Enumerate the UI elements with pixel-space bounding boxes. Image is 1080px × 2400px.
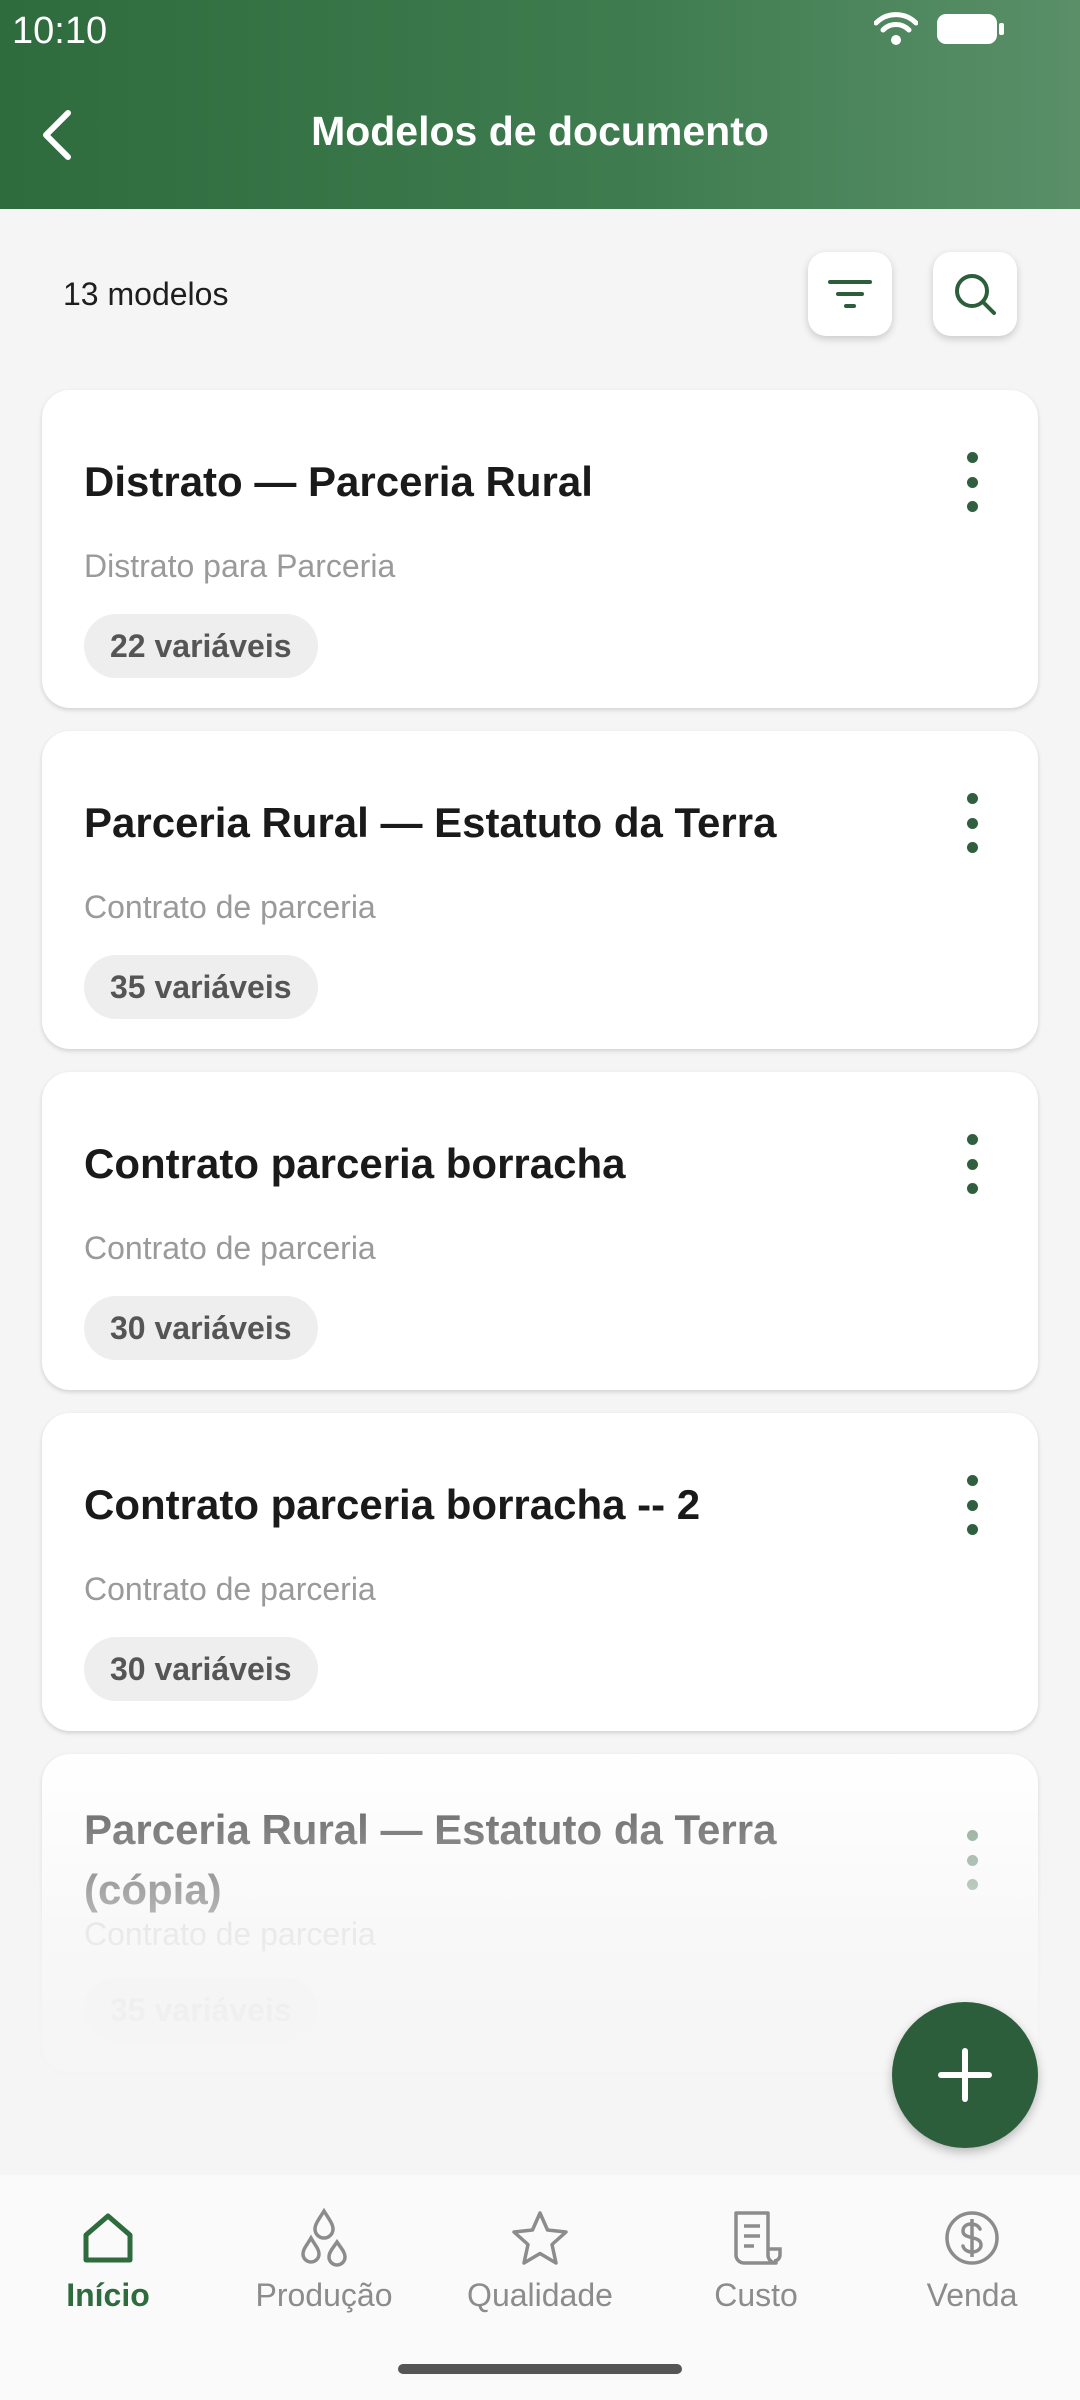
status-time: 10:10 bbox=[12, 10, 108, 52]
more-options-icon[interactable] bbox=[960, 1475, 984, 1535]
card-subtitle: Contrato de parceria bbox=[84, 1916, 376, 1952]
more-options-icon[interactable] bbox=[960, 1134, 984, 1194]
dollar-circle-icon bbox=[943, 2205, 1001, 2271]
card-title: Contrato parceria borracha -- 2 bbox=[84, 1481, 701, 1528]
variables-badge: 35 variáveis bbox=[84, 955, 318, 1019]
nav-label: Produção bbox=[255, 2277, 393, 2313]
template-card[interactable]: Distrato — Parceria Rural Distrato para … bbox=[42, 390, 1038, 708]
template-card[interactable]: Parceria Rural — Estatuto da Terra Contr… bbox=[42, 731, 1038, 1049]
nav-item-inicio[interactable]: Início bbox=[0, 2205, 216, 2325]
card-title: Distrato — Parceria Rural bbox=[84, 458, 593, 505]
card-title: Contrato parceria borracha bbox=[84, 1140, 626, 1187]
card-subtitle: Contrato de parceria bbox=[84, 1230, 376, 1266]
search-button[interactable] bbox=[933, 252, 1017, 336]
drops-icon bbox=[296, 2205, 352, 2271]
variables-badge: 30 variáveis bbox=[84, 1637, 318, 1701]
nav-item-venda[interactable]: Venda bbox=[864, 2205, 1080, 2325]
wifi-icon bbox=[873, 12, 919, 51]
filter-icon bbox=[828, 280, 872, 308]
more-options-icon[interactable] bbox=[960, 1830, 984, 1890]
status-icons bbox=[873, 12, 1006, 51]
page-title: Modelos de documento bbox=[311, 108, 769, 154]
card-title: Parceria Rural — Estatuto da Terra (cópi… bbox=[84, 1806, 777, 1913]
nav-item-producao[interactable]: Produção bbox=[216, 2205, 432, 2325]
more-options-icon[interactable] bbox=[960, 452, 984, 512]
nav-label: Custo bbox=[714, 2277, 798, 2313]
search-icon bbox=[955, 274, 996, 315]
nav-label: Venda bbox=[926, 2277, 1018, 2313]
star-icon bbox=[510, 2205, 570, 2271]
battery-icon bbox=[936, 12, 1006, 51]
home-icon bbox=[80, 2205, 136, 2271]
models-count: 13 modelos bbox=[63, 276, 229, 312]
home-indicator[interactable] bbox=[398, 2364, 682, 2374]
more-options-icon[interactable] bbox=[960, 793, 984, 853]
app-header: 10:10 Modelos de documento bbox=[0, 0, 1080, 209]
template-card[interactable]: Contrato parceria borracha -- 2 Contrato… bbox=[42, 1413, 1038, 1731]
nav-item-custo[interactable]: Custo bbox=[648, 2205, 864, 2325]
variables-badge: 35 variáveis bbox=[84, 1978, 318, 2042]
card-subtitle: Distrato para Parceria bbox=[84, 548, 396, 584]
variables-badge: 30 variáveis bbox=[84, 1296, 318, 1360]
filter-button[interactable] bbox=[808, 252, 892, 336]
nav-item-qualidade[interactable]: Qualidade bbox=[432, 2205, 648, 2325]
card-title: Parceria Rural — Estatuto da Terra bbox=[84, 799, 777, 846]
nav-label: Qualidade bbox=[467, 2277, 613, 2313]
add-template-button[interactable] bbox=[892, 2002, 1038, 2148]
variables-badge: 22 variáveis bbox=[84, 614, 318, 678]
receipt-icon bbox=[728, 2205, 784, 2271]
template-card[interactable]: Contrato parceria borracha Contrato de p… bbox=[42, 1072, 1038, 1390]
nav-label: Início bbox=[66, 2277, 150, 2313]
plus-icon bbox=[938, 2048, 992, 2102]
template-card[interactable]: Parceria Rural — Estatuto da Terra (cópi… bbox=[42, 1754, 1038, 2072]
card-subtitle: Contrato de parceria bbox=[84, 889, 376, 925]
card-subtitle: Contrato de parceria bbox=[84, 1571, 376, 1607]
